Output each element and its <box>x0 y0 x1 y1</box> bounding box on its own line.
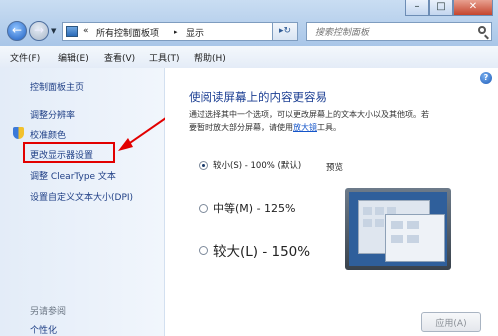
radio-smaller[interactable] <box>199 161 208 170</box>
preview-tile <box>375 219 384 227</box>
refresh-icon: ▸↻ <box>278 26 292 36</box>
control-panel-icon <box>66 26 78 37</box>
menu-view[interactable]: 查看(V) <box>104 51 135 64</box>
preview-tile <box>407 221 419 229</box>
preview-tile <box>391 221 403 229</box>
recent-pages-chevron-down-icon[interactable]: ▼ <box>51 27 56 35</box>
breadcrumb-overflow[interactable]: « <box>83 26 89 36</box>
preview-tile <box>375 207 384 215</box>
main-panel: ? 使阅读屏幕上的内容更容易 通过选择其中一个选项，可以更改屏幕上的文本大小以及… <box>165 68 498 336</box>
forward-button[interactable]: → <box>29 21 49 41</box>
radio-medium[interactable] <box>199 204 208 213</box>
back-arrow-icon: ← <box>11 23 23 37</box>
option-larger-label[interactable]: 较大(L) - 150% <box>213 240 310 260</box>
annotation-highlight-box <box>23 142 115 163</box>
close-button[interactable]: ✕ <box>453 0 493 16</box>
back-button[interactable]: ← <box>7 21 27 41</box>
refresh-button[interactable]: ▸↻ <box>272 22 298 41</box>
forward-arrow-icon: → <box>33 23 45 37</box>
search-icon[interactable] <box>478 26 486 34</box>
preview-tile <box>407 235 419 243</box>
search-input[interactable] <box>313 24 467 41</box>
preview-monitor <box>345 188 451 270</box>
option-medium-label[interactable]: 中等(M) - 125% <box>213 200 295 216</box>
menu-edit[interactable]: 编辑(E) <box>58 51 89 64</box>
magnifier-link[interactable]: 放大镜 <box>293 123 317 132</box>
menu-tools[interactable]: 工具(T) <box>149 51 180 64</box>
sidebar-item-personalize[interactable]: 个性化 <box>30 323 57 336</box>
preview-tile <box>391 235 403 243</box>
preview-tile <box>363 219 372 227</box>
apply-button[interactable]: 应用(A) <box>421 312 481 332</box>
option-smaller-label[interactable]: 较小(S) - 100% (默认) <box>213 159 301 171</box>
see-also-heading: 另请参阅 <box>30 307 67 317</box>
menu-bar: 文件(F) 编辑(E) 查看(V) 工具(T) 帮助(H) <box>0 46 498 69</box>
sidebar-item-control-panel-home[interactable]: 控制面板主页 <box>30 80 84 93</box>
address-bar[interactable]: « 所有控制面板项 ▸ 显示 ▼ <box>62 22 298 41</box>
breadcrumb-all-control-panel-items[interactable]: 所有控制面板项 <box>96 26 159 39</box>
sidebar-item-calibrate-color[interactable]: 校准颜色 <box>30 128 66 141</box>
title-bar: – □ ✕ ← → ▼ « 所有控制面板项 ▸ 显示 ▼ ▸↻ <box>0 0 498 46</box>
breadcrumb-separator-icon[interactable]: ▸ <box>174 28 178 36</box>
page-title: 使阅读屏幕上的内容更容易 <box>189 90 327 104</box>
description-suffix: 工具。 <box>317 123 341 132</box>
search-box <box>306 22 492 41</box>
menu-help[interactable]: 帮助(H) <box>194 51 226 64</box>
sidebar-item-adjust-resolution[interactable]: 调整分辨率 <box>30 108 75 121</box>
preview-tile <box>363 207 372 215</box>
sidebar-item-custom-dpi[interactable]: 设置自定义文本大小(DPI) <box>30 190 133 203</box>
menu-file[interactable]: 文件(F) <box>10 51 40 64</box>
maximize-button[interactable]: □ <box>429 0 453 16</box>
breadcrumb-display[interactable]: 显示 <box>186 26 204 39</box>
preview-label: 预览 <box>326 163 344 173</box>
minimize-button[interactable]: – <box>405 0 429 16</box>
description-line-1: 通过选择其中一个选项，可以更改屏幕上的文本大小以及其他项。若 <box>189 110 429 119</box>
preview-screen <box>349 192 447 266</box>
description-prefix: 要暂时放大部分屏幕，请使用 <box>189 123 293 132</box>
radio-larger[interactable] <box>199 246 208 255</box>
help-icon[interactable]: ? <box>480 72 492 84</box>
sidebar-item-adjust-cleartype[interactable]: 调整 ClearType 文本 <box>30 169 116 182</box>
description-line-2: 要暂时放大部分屏幕，请使用放大镜工具。 <box>189 122 341 133</box>
uac-shield-icon <box>13 127 24 139</box>
preview-window-front <box>385 214 445 262</box>
